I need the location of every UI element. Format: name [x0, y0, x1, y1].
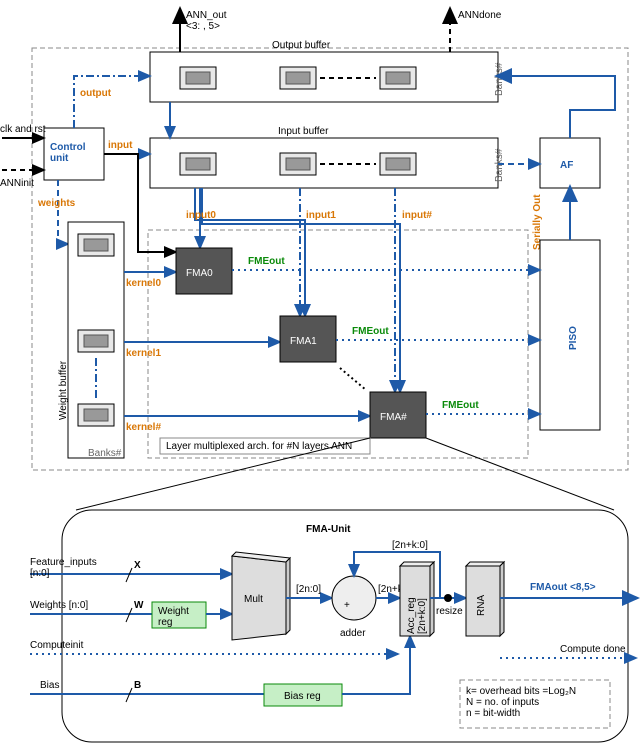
- memory-bank-icon: [180, 67, 416, 89]
- svg-text:FMEout: FMEout: [442, 400, 479, 411]
- svg-text:FMEout: FMEout: [352, 326, 389, 337]
- svg-text:Layer multiplexed arch. for #N: Layer multiplexed arch. for #N layers AN…: [166, 441, 352, 452]
- svg-text:W: W: [134, 600, 144, 611]
- rna-block: RNA: [466, 562, 504, 636]
- svg-text:+: +: [344, 600, 350, 611]
- svg-text:Banks#: Banks#: [88, 448, 122, 459]
- svg-text:weights: weights: [37, 198, 76, 209]
- svg-text:B: B: [134, 680, 141, 691]
- svg-text:kernel1: kernel1: [126, 348, 161, 359]
- svg-text:Weight buffer: Weight buffer: [58, 360, 69, 420]
- top-section: ANN_out<3: , 5> ANNdone Output buffer Ba…: [0, 10, 628, 510]
- acc-reg: Acc_reg[2n+k:0]: [400, 562, 434, 636]
- svg-text:input: input: [108, 140, 133, 151]
- svg-text:Bias: Bias: [40, 680, 59, 691]
- fma-unit-section: FMA-Unit Feature_inputs[n:0] X Weights […: [30, 510, 636, 742]
- architecture-diagram: ANN_out<3: , 5> ANNdone Output buffer Ba…: [0, 0, 640, 755]
- svg-text:kernel#: kernel#: [126, 422, 161, 433]
- svg-text:input1: input1: [306, 210, 336, 221]
- svg-text:input0: input0: [186, 210, 216, 221]
- adder-block: [332, 576, 376, 620]
- svg-text:PISO: PISO: [568, 326, 579, 350]
- svg-text:adder: adder: [340, 628, 366, 639]
- svg-text:FMAout <8,5>: FMAout <8,5>: [530, 582, 596, 593]
- mult-block: Mult: [232, 552, 290, 640]
- svg-text:Compute done: Compute done: [560, 644, 626, 655]
- svg-text:X: X: [134, 560, 141, 571]
- svg-text:input#: input#: [402, 210, 432, 221]
- svg-text:Computeinit: Computeinit: [30, 640, 84, 651]
- svg-text:output: output: [80, 88, 112, 99]
- svg-text:Acc_reg[2n+k:0]: Acc_reg[2n+k:0]: [406, 597, 428, 634]
- svg-text:[2n:0]: [2n:0]: [296, 584, 321, 595]
- svg-text:Banks#: Banks#: [494, 62, 505, 96]
- svg-text:Banks#: Banks#: [494, 148, 505, 182]
- svg-text:ANNinit: ANNinit: [0, 178, 34, 189]
- svg-text:Input buffer: Input buffer: [278, 126, 329, 137]
- anndone-label: ANNdone: [458, 10, 502, 21]
- memory-bank-icon: [180, 153, 416, 175]
- svg-text:Mult: Mult: [244, 594, 263, 605]
- svg-text:Output buffer: Output buffer: [272, 40, 331, 51]
- svg-text:clk and rst: clk and rst: [0, 124, 46, 135]
- svg-text:FMA1: FMA1: [290, 336, 317, 347]
- svg-text:FMEout: FMEout: [248, 256, 285, 267]
- svg-text:resize: resize: [436, 606, 463, 617]
- svg-text:[2n+k:0]: [2n+k:0]: [392, 540, 428, 551]
- svg-text:RNA: RNA: [476, 595, 487, 616]
- ann-out-label: ANN_out<3: , 5>: [186, 10, 227, 32]
- svg-text:AF: AF: [560, 160, 573, 171]
- svg-text:Bias reg: Bias reg: [284, 691, 321, 702]
- svg-text:FMA0: FMA0: [186, 268, 213, 279]
- svg-text:kernel0: kernel0: [126, 278, 161, 289]
- svg-text:FMA#: FMA#: [380, 412, 407, 423]
- svg-text:FMA-Unit: FMA-Unit: [306, 524, 351, 535]
- svg-text:Weights [n:0]: Weights [n:0]: [30, 600, 88, 611]
